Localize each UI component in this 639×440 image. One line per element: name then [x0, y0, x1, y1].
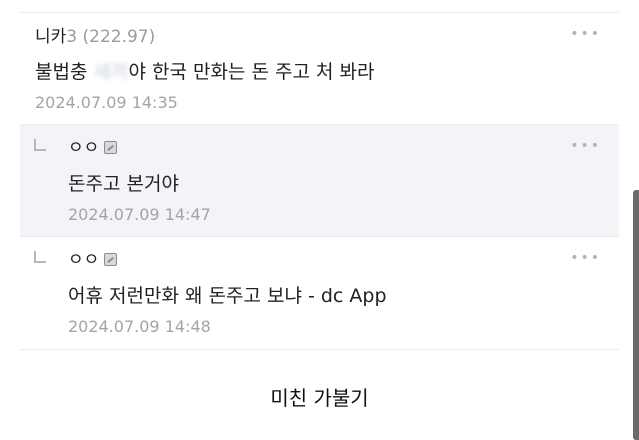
reply-author-name[interactable]: ㅇㅇ — [68, 138, 99, 158]
more-options-icon[interactable]: ••• — [570, 139, 601, 153]
reply-text: 돈주고 본거야 — [68, 173, 179, 195]
comment-date: 2024.07.09 14:35 — [35, 93, 178, 112]
scrollbar[interactable] — [633, 190, 639, 440]
reply-date: 2024.07.09 14:48 — [68, 317, 211, 336]
reply-author-line: ㅇㅇ — [68, 249, 118, 271]
comment-author-ip: 3 (222.97) — [66, 27, 156, 47]
fixed-nick-icon — [104, 253, 118, 266]
caption-text: 미친 가불기 — [270, 386, 369, 410]
comment-item: 니카3 (222.97) ••• 불법충 새끼야 한국 만화는 돈 주고 처 봐… — [20, 12, 619, 125]
reply-author-line: ㅇㅇ — [68, 137, 118, 159]
comment-text-part: 불법충 — [35, 61, 94, 83]
comment-text-blurred: 새끼 — [93, 61, 129, 83]
reply-arrow-icon — [34, 139, 46, 151]
fixed-nick-icon — [104, 141, 118, 154]
reply-date: 2024.07.09 14:47 — [68, 205, 211, 224]
reply-item: ㅇㅇ ••• 어휴 저런만화 왜 돈주고 보냐 - dc App 2024.07… — [20, 236, 619, 350]
reply-arrow-icon — [34, 251, 46, 263]
comment-text-part: 야 한국 만화는 돈 주고 처 봐라 — [128, 61, 375, 83]
reply-author-name[interactable]: ㅇㅇ — [68, 250, 99, 270]
reply-text: 어휴 저런만화 왜 돈주고 보냐 - dc App — [68, 285, 387, 307]
comment-author-name[interactable]: 니카 — [35, 27, 66, 47]
more-options-icon[interactable]: ••• — [570, 27, 601, 41]
more-options-icon[interactable]: ••• — [570, 251, 601, 265]
comment-text: 불법충 새끼야 한국 만화는 돈 주고 처 봐라 — [35, 59, 374, 85]
reply-item: ㅇㅇ ••• 돈주고 본거야 2024.07.09 14:47 — [20, 124, 619, 237]
comment-author-line: 니카3 (222.97) — [35, 26, 155, 48]
